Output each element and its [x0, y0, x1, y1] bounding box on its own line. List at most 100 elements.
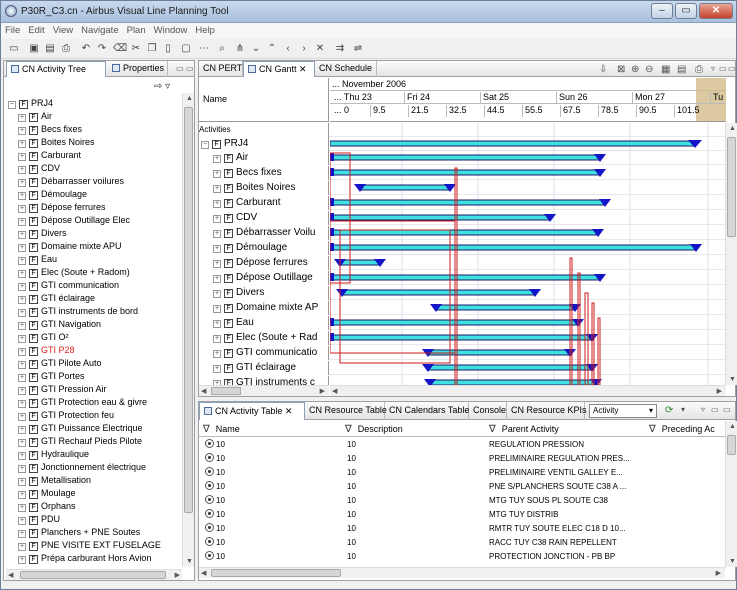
minimize-table-icon[interactable]: ▭	[711, 405, 719, 414]
table-row[interactable]: 10 10 PRELIMINAIRE VENTIL GALLEY E...	[199, 466, 725, 479]
expand-icon[interactable]: +	[18, 114, 26, 122]
expand-icon[interactable]: +	[18, 270, 26, 278]
tab-cn-resource-kpis[interactable]: CN Resource KPIs	[507, 402, 587, 420]
gantt-vertical-scrollbar[interactable]: ▲ ▼	[725, 123, 737, 385]
expand-icon[interactable]: +	[213, 155, 221, 163]
print-view-icon[interactable]: ⎙	[695, 64, 703, 75]
gantt-bar[interactable]	[330, 199, 606, 206]
minimize-button[interactable]: –	[651, 3, 673, 19]
expand-icon[interactable]: +	[18, 491, 26, 499]
expand-icon[interactable]: +	[18, 140, 26, 148]
expand-icon[interactable]: +	[18, 127, 26, 135]
align-icon[interactable]: ⇌	[351, 42, 365, 56]
expand-icon[interactable]: +	[18, 218, 26, 226]
tree-item[interactable]: + F PNE VISITE EXT FUSELAGE	[18, 539, 161, 552]
collapse-icon[interactable]: −	[201, 141, 209, 149]
expand-icon[interactable]: +	[18, 478, 26, 486]
tree-item[interactable]: + F GTI communication	[18, 279, 119, 292]
tree-item[interactable]: + F GTI O²	[18, 331, 69, 344]
nav-back-icon[interactable]: ‹	[281, 42, 295, 56]
tree-item[interactable]: + F Eau	[18, 253, 57, 266]
expand-icon[interactable]: +	[18, 244, 26, 252]
print-icon[interactable]: ⎙	[59, 42, 73, 56]
menu-window[interactable]: Window	[150, 23, 192, 38]
tree-item[interactable]: + F GTI instruments de bord	[18, 305, 138, 318]
expand-icon[interactable]: +	[213, 365, 221, 373]
activity-type-dropdown[interactable]: Activity ▾	[589, 404, 657, 418]
gantt-chart-hscroll[interactable]: ◀ ▶	[330, 385, 726, 396]
gantt-bar[interactable]	[359, 184, 451, 191]
maximize-button[interactable]: ▭	[675, 3, 697, 19]
expand-icon[interactable]: +	[18, 283, 26, 291]
filter-icon[interactable]: ∇	[489, 422, 496, 438]
expand-icon[interactable]: +	[213, 275, 221, 283]
tree-item[interactable]: + F Orphans	[18, 500, 76, 513]
tree-item[interactable]: + F Metallisation	[18, 474, 91, 487]
expand-icon[interactable]: +	[18, 400, 26, 408]
expand-icon[interactable]: +	[213, 320, 221, 328]
column-header-name[interactable]: ∇ Name	[203, 421, 240, 437]
gantt-names-hscroll[interactable]: ◀ ▶	[199, 385, 329, 396]
tree-item[interactable]: + F GTI Protection eau & givre	[18, 396, 147, 409]
expand-icon[interactable]: +	[18, 179, 26, 187]
expand-icon[interactable]: +	[18, 205, 26, 213]
expand-icon[interactable]: +	[213, 335, 221, 343]
tree-item[interactable]: + F Dépose Outillage Elec	[18, 214, 130, 227]
expand-icon[interactable]: +	[18, 166, 26, 174]
tree-item[interactable]: + F Démoulage	[18, 188, 87, 201]
bar-start-marker[interactable]	[330, 168, 334, 176]
tree-item[interactable]: + F Prépa carburant Hors Avion	[18, 552, 151, 565]
redo-icon[interactable]: ↷	[95, 42, 109, 56]
bar-start-marker[interactable]	[330, 213, 334, 221]
expand-icon[interactable]: +	[213, 305, 221, 313]
tab-cn-pert[interactable]: CN PERT	[199, 61, 243, 77]
link-icon[interactable]: ⋯	[197, 42, 211, 56]
gantt-bar[interactable]	[330, 229, 599, 236]
gantt-bar[interactable]	[341, 289, 536, 296]
gantt-chart-canvas[interactable]	[330, 123, 726, 385]
filter-icon[interactable]: ∇	[649, 422, 656, 437]
expand-icon[interactable]: +	[18, 192, 26, 200]
tree-item[interactable]: + F Elec (Soute + Radom)	[18, 266, 130, 279]
tree-item[interactable]: + F PDU	[18, 513, 60, 526]
tab-cn-schedule[interactable]: CN Schedule	[315, 61, 377, 77]
find-icon[interactable]: ⌕	[215, 42, 229, 56]
tree-item[interactable]: + F Carburant	[18, 149, 81, 162]
table-row[interactable]: 10 10 RMTR TUY SOUTE ELEC C18 D 10...	[199, 522, 725, 535]
save-all-icon[interactable]: ▤	[43, 42, 57, 56]
expand-icon[interactable]: +	[18, 322, 26, 330]
delete-icon[interactable]: ⌫	[113, 42, 127, 56]
collapse-icon[interactable]: −	[8, 101, 16, 109]
zoom-out-icon[interactable]: ⊖	[645, 64, 653, 75]
collapse-down-icon[interactable]: ⌄	[249, 42, 263, 56]
maximize-table-icon[interactable]: ▭	[723, 405, 731, 414]
tree-scroll-thumb[interactable]	[184, 107, 193, 513]
tree-item[interactable]: + F Domaine mixte APU	[18, 240, 122, 253]
column-header-description[interactable]: ∇ Description	[345, 421, 403, 437]
menu-edit[interactable]: Edit	[24, 23, 48, 38]
table-icon[interactable]: ▤	[677, 64, 686, 75]
bar-start-marker[interactable]	[330, 153, 334, 161]
filter-icon[interactable]: ∇	[203, 422, 210, 438]
bar-start-marker[interactable]	[330, 228, 334, 236]
summary-bar-root[interactable]	[330, 140, 697, 147]
expand-icon[interactable]: +	[18, 452, 26, 460]
expand-icon[interactable]: +	[213, 290, 221, 298]
minimize-view-icon[interactable]: ▭	[176, 64, 184, 73]
gantt-bar[interactable]	[330, 169, 601, 176]
expand-icon[interactable]: +	[18, 426, 26, 434]
new-icon[interactable]: ▭	[7, 42, 21, 56]
tab-cn-resource-table[interactable]: CN Resource Table	[305, 402, 387, 420]
expand-icon[interactable]: +	[18, 335, 26, 343]
expand-icon[interactable]: +	[213, 215, 221, 223]
window-icon[interactable]: ▢	[179, 42, 193, 56]
table-scroll-thumb[interactable]	[727, 435, 736, 455]
gantt-bar[interactable]	[330, 274, 601, 281]
tab-cn-gantt[interactable]: CN Gantt ✕	[243, 61, 315, 77]
gantt-bar[interactable]	[339, 259, 381, 266]
filter-icon[interactable]: ∇	[345, 422, 352, 438]
table-row[interactable]: 10 10 MTG TUY DISTRIB	[199, 508, 725, 521]
table-row[interactable]: 10 10 PNE S/PLANCHERS SOUTE C38 A ...	[199, 480, 725, 493]
dependency-line[interactable]	[330, 220, 456, 354]
table-row[interactable]: 10 10 PROTECTION JONCTION - PB BP	[199, 550, 725, 563]
